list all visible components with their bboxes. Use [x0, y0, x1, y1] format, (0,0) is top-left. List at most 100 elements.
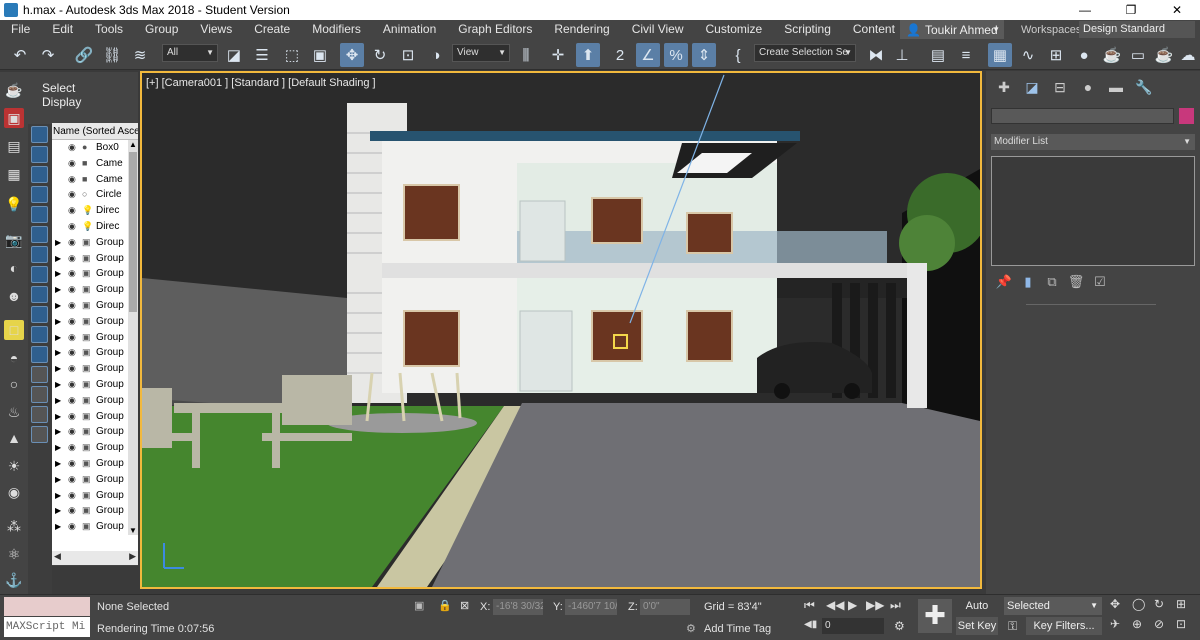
close-button[interactable]: ✕ [1154, 0, 1200, 20]
modifier-stack[interactable] [991, 156, 1195, 266]
visibility-eye-icon[interactable]: ◉ [68, 330, 80, 346]
menu-create[interactable]: Create [243, 20, 301, 39]
zoom-extents-icon[interactable]: ⊡ [1176, 617, 1186, 631]
teapot-icon[interactable]: ☕ [4, 80, 24, 100]
display-bones-icon[interactable] [31, 286, 48, 303]
scene-object-row[interactable]: ▶ ◉ ▣ Group [52, 251, 138, 267]
sun-icon[interactable]: ☀ [4, 456, 24, 476]
walk-through-icon[interactable]: ⊕ [1132, 617, 1142, 631]
display-geometry-icon[interactable] [31, 126, 48, 143]
selection-lock-icon[interactable]: ▣ [414, 599, 424, 612]
visibility-eye-icon[interactable]: ◉ [68, 298, 80, 314]
menu-graph-editors[interactable]: Graph Editors [447, 20, 543, 39]
angle-snap-icon[interactable]: ∠ [636, 43, 660, 67]
visibility-eye-icon[interactable]: ◉ [68, 519, 80, 535]
remove-modifier-icon[interactable]: 🗑 [1064, 274, 1088, 290]
display-helpers-icon[interactable] [31, 206, 48, 223]
expand-arrow-icon[interactable]: ▶ [55, 472, 61, 488]
scene-object-row[interactable]: ◉ ● Box0 [52, 140, 138, 156]
set-key-button[interactable]: Set Key [956, 617, 998, 635]
menu-tools[interactable]: Tools [84, 20, 134, 39]
menu-group[interactable]: Group [134, 20, 189, 39]
redo-icon[interactable]: ↷ [36, 43, 60, 67]
render-production-icon[interactable]: ☕ [1152, 43, 1176, 67]
rendered-frame-window-icon[interactable]: ▭ [1126, 43, 1150, 67]
scene-object-row[interactable]: ▶ ◉ ▣ Group [52, 488, 138, 504]
spinner-snap-icon[interactable]: ⇕ [692, 43, 716, 67]
select-scale-icon[interactable]: ⊡ [396, 43, 420, 67]
visibility-eye-icon[interactable]: ◉ [68, 488, 80, 504]
align-icon[interactable]: ⊥ [890, 43, 914, 67]
key-filters-button[interactable]: Key Filters... [1026, 617, 1102, 635]
current-frame-field[interactable]: 0 [822, 618, 884, 634]
expand-arrow-icon[interactable]: ▶ [55, 345, 61, 361]
chevron-up-icon[interactable]: ▲ [128, 140, 138, 149]
key-mode-toggle-icon[interactable]: ◀▮ [804, 619, 817, 630]
visibility-eye-icon[interactable]: ◉ [68, 393, 80, 409]
sync-selection-icon[interactable] [31, 426, 48, 443]
visibility-eye-icon[interactable]: ◉ [68, 187, 80, 203]
expand-arrow-icon[interactable]: ▶ [55, 503, 61, 519]
create-tab-icon[interactable]: ✚ [990, 79, 1018, 96]
visibility-eye-icon[interactable]: ◉ [68, 219, 80, 235]
cone-icon[interactable]: ▲ [4, 428, 24, 448]
scene-object-row[interactable]: ◉ 💡 Direc [52, 203, 138, 219]
display-tab-icon[interactable]: ▬ [1102, 79, 1130, 96]
play-icon[interactable]: ▶ [848, 598, 857, 612]
scene-object-row[interactable]: ▶ ◉ ▣ Group [52, 235, 138, 251]
layer-icon[interactable]: ▤ [4, 136, 24, 156]
pivot-center-icon[interactable]: ⫼ [514, 43, 538, 67]
biped-icon[interactable]: ⚓ [4, 570, 24, 590]
object-color-swatch[interactable] [1179, 108, 1194, 124]
expand-arrow-icon[interactable]: ▶ [55, 456, 61, 472]
add-time-tag-button[interactable]: Add Time Tag [704, 623, 771, 635]
key-mode-dropdown[interactable]: Selected ▼ [1004, 597, 1102, 615]
go-to-start-icon[interactable]: ⏮ [804, 598, 815, 613]
helper-icon[interactable]: ☻ [4, 286, 24, 306]
box-primitive-icon[interactable]: □ [4, 320, 24, 340]
menu-edit[interactable]: Edit [41, 20, 84, 39]
menu-views[interactable]: Views [189, 20, 243, 39]
minimize-button[interactable]: — [1062, 0, 1108, 20]
menu-modifiers[interactable]: Modifiers [301, 20, 372, 39]
display-lights-icon[interactable] [31, 166, 48, 183]
percent-snap-icon[interactable]: % [664, 43, 688, 67]
display-none-icon[interactable] [31, 386, 48, 403]
dome-icon[interactable]: ◓ [4, 348, 24, 368]
teapot-icon[interactable]: ♨ [4, 402, 24, 422]
menu-rendering[interactable]: Rendering [543, 20, 620, 39]
chevron-right-icon[interactable]: ▶ [129, 551, 136, 562]
scrollbar-thumb[interactable] [129, 152, 137, 312]
reference-coordinate-dropdown[interactable]: View ▼ [452, 44, 510, 62]
hierarchy-tab-icon[interactable]: ⊟ [1046, 79, 1074, 96]
object-name-field[interactable] [991, 108, 1174, 124]
rectangular-selection-icon[interactable]: ⬚ [280, 43, 304, 67]
visibility-eye-icon[interactable]: ◉ [68, 266, 80, 282]
toggle-ribbon-icon[interactable]: ▦ [988, 43, 1012, 67]
menu-customize[interactable]: Customize [695, 20, 774, 39]
next-frame-icon[interactable]: ▶▶ [866, 598, 884, 612]
camera-icon[interactable]: 📷 [4, 230, 24, 250]
scene-object-row[interactable]: ▶ ◉ ▣ Group [52, 266, 138, 282]
roll-camera-icon[interactable]: ⊘ [1154, 617, 1164, 631]
material-editor-icon[interactable]: ● [1072, 43, 1096, 67]
modifier-list-dropdown[interactable]: Modifier List ▼ [991, 134, 1195, 150]
display-groups-icon[interactable] [31, 246, 48, 263]
display-shapes-icon[interactable] [31, 146, 48, 163]
edit-named-selection-icon[interactable]: { [726, 43, 750, 67]
menu-scripting[interactable]: Scripting [773, 20, 842, 39]
visibility-eye-icon[interactable]: ◉ [68, 251, 80, 267]
chevron-left-icon[interactable]: ◀ [54, 551, 61, 562]
scene-object-row[interactable]: ▶ ◉ ▣ Group [52, 314, 138, 330]
utilities-tab-icon[interactable]: 🔧 [1130, 79, 1158, 96]
expand-arrow-icon[interactable]: ▶ [55, 488, 61, 504]
y-coordinate-field[interactable]: -1460'7 10/ [565, 599, 617, 615]
named-selection-set-dropdown[interactable]: Create Selection Se ▼ [754, 44, 856, 62]
modify-tab-icon[interactable]: ◪ [1018, 79, 1046, 96]
expand-arrow-icon[interactable]: ▶ [55, 361, 61, 377]
previous-frame-icon[interactable]: ◀◀ [826, 598, 844, 612]
torus-icon[interactable]: ◉ [4, 482, 24, 502]
display-cameras-icon[interactable] [31, 186, 48, 203]
expand-arrow-icon[interactable]: ▶ [55, 314, 61, 330]
select-by-name-icon[interactable]: ☰ [250, 43, 274, 67]
